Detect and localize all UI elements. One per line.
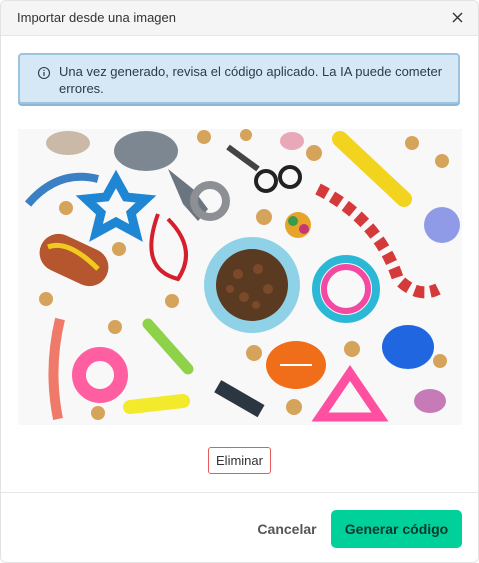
info-icon [37,66,51,80]
warning-alert: Una vez generado, revisa el código aplic… [18,53,460,104]
import-image-dialog: Importar desde una imagen Una vez genera… [0,0,479,563]
cancel-button[interactable]: Cancelar [251,511,323,547]
footer-divider [1,492,478,493]
close-button[interactable] [448,8,466,26]
uploaded-image-preview [18,129,462,425]
pet-toys-photo [18,129,462,425]
delete-image-button[interactable]: Eliminar [208,447,271,474]
close-icon [452,12,462,22]
generate-code-button[interactable]: Generar código [331,510,462,548]
dialog-title: Importar desde una imagen [17,10,176,25]
dialog-header: Importar desde una imagen [1,1,478,36]
alert-message: Una vez generado, revisa el código aplic… [59,64,443,96]
